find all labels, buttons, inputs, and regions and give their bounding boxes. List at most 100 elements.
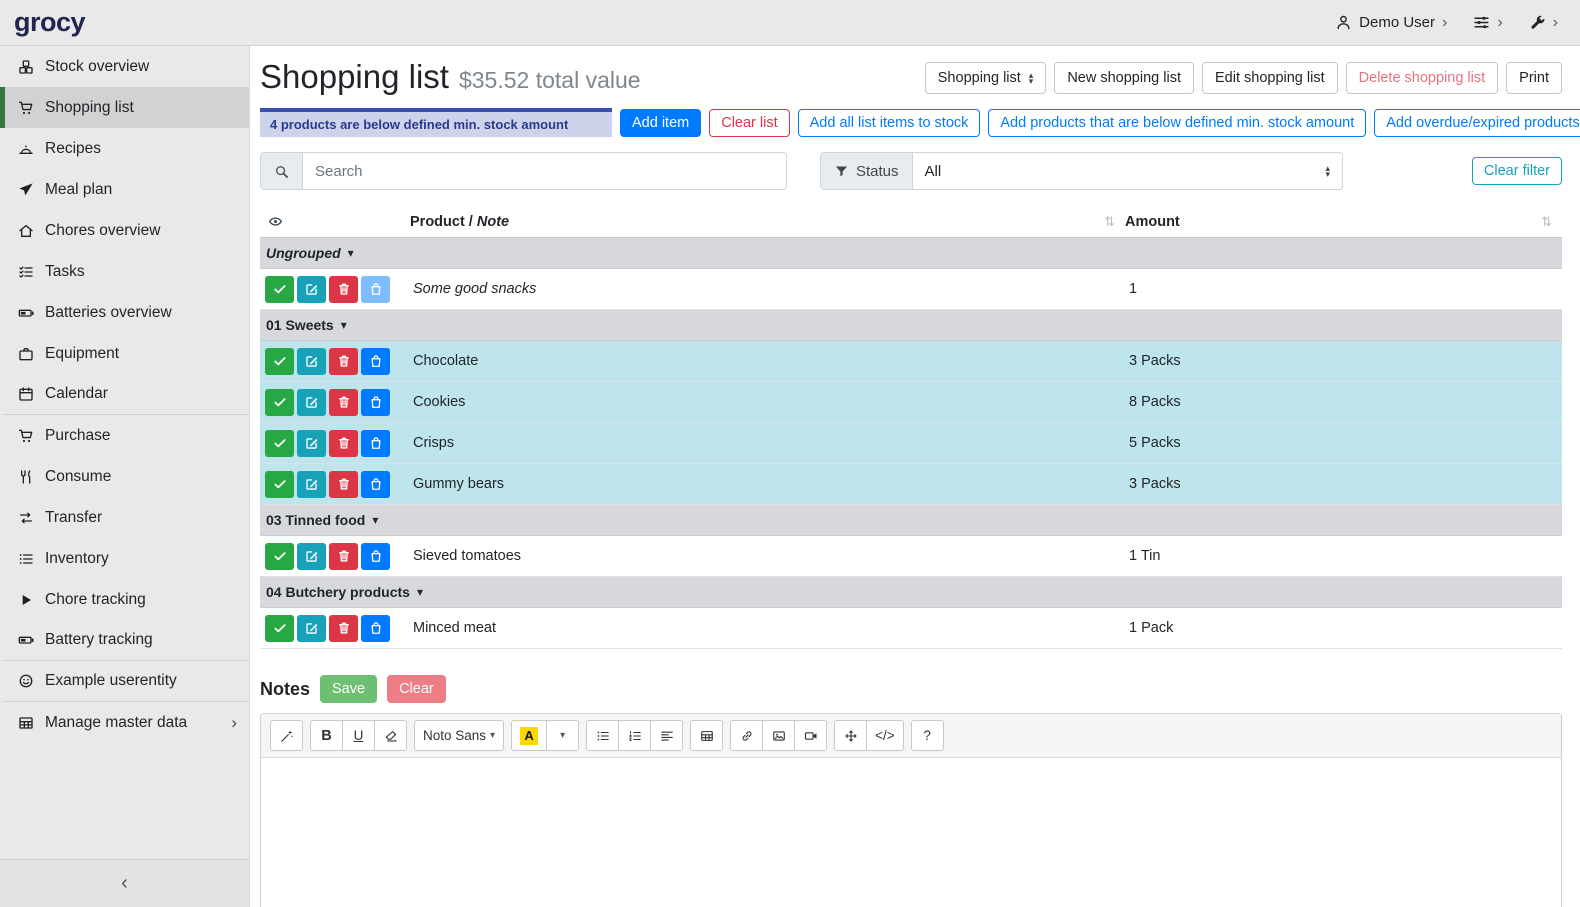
delete-item-button[interactable] xyxy=(329,430,358,457)
new-shopping-list-button[interactable]: New shopping list xyxy=(1054,62,1194,94)
delete-item-button[interactable] xyxy=(329,615,358,642)
group-header-tinned-food: 03 Tinned food ▾ xyxy=(260,505,1562,536)
ordered-list-button[interactable] xyxy=(618,720,651,751)
text-color-button[interactable]: A xyxy=(511,720,547,751)
sidebar-item-stock-overview[interactable]: Stock overview xyxy=(0,46,249,87)
delete-item-button[interactable] xyxy=(329,471,358,498)
mark-done-button[interactable] xyxy=(265,389,294,416)
add-below-min-button[interactable]: Add products that are below defined min.… xyxy=(988,109,1366,137)
caret-down-icon[interactable]: ▾ xyxy=(372,513,378,527)
underline-button[interactable]: U xyxy=(342,720,375,751)
bold-button[interactable]: B xyxy=(310,720,343,751)
magic-style-button[interactable] xyxy=(270,720,303,751)
shopping-list-select[interactable]: Shopping list ▴▾ xyxy=(925,62,1047,94)
edit-item-button[interactable] xyxy=(297,471,326,498)
magic-wand-icon xyxy=(280,729,294,743)
add-overdue-button[interactable]: Add overdue/expired products xyxy=(1374,109,1580,137)
sidebar-collapse-button[interactable]: ‹ xyxy=(0,859,249,907)
sort-icon[interactable]: ⇅ xyxy=(1541,214,1552,230)
fullscreen-button[interactable] xyxy=(834,720,867,751)
mark-done-button[interactable] xyxy=(265,471,294,498)
search-input[interactable] xyxy=(303,153,786,189)
edit-item-button[interactable] xyxy=(297,615,326,642)
unordered-list-button[interactable] xyxy=(586,720,619,751)
caret-down-icon: ▾ xyxy=(560,730,565,741)
text-color-dropdown-button[interactable]: ▾ xyxy=(546,720,579,751)
sidebar-item-purchase[interactable]: Purchase xyxy=(0,415,249,456)
delete-item-button[interactable] xyxy=(329,543,358,570)
sidebar-item-manage-master-data[interactable]: Manage master data› xyxy=(0,702,249,743)
sort-icon[interactable]: ⇅ xyxy=(1104,214,1115,230)
font-family-select[interactable]: Noto Sans▾ xyxy=(414,720,504,751)
sidebar-item-example-userentity[interactable]: Example userentity xyxy=(0,661,249,702)
user-menu[interactable]: Demo User › xyxy=(1335,14,1447,31)
clear-list-button[interactable]: Clear list xyxy=(709,109,789,137)
code-view-button[interactable]: </​> xyxy=(866,720,904,751)
sidebar-item-batteries-overview[interactable]: Batteries overview xyxy=(0,292,249,333)
caret-down-icon[interactable]: ▾ xyxy=(417,585,423,599)
add-to-stock-button[interactable] xyxy=(361,471,390,498)
notes-save-button[interactable]: Save xyxy=(320,675,377,703)
edit-item-button[interactable] xyxy=(297,389,326,416)
sidebar-item-tasks[interactable]: Tasks xyxy=(0,251,249,292)
sidebar-item-transfer[interactable]: Transfer xyxy=(0,497,249,538)
sidebar-item-chore-tracking[interactable]: Chore tracking xyxy=(0,579,249,620)
notes-text-area[interactable] xyxy=(261,758,1561,907)
sidebar-item-recipes[interactable]: Recipes xyxy=(0,128,249,169)
amount-column-header[interactable]: Amount ⇅ xyxy=(1125,214,1562,230)
add-to-stock-button[interactable] xyxy=(361,389,390,416)
caret-down-icon[interactable]: ▾ xyxy=(348,246,354,260)
clear-filter-button[interactable]: Clear filter xyxy=(1472,157,1562,185)
mark-done-button[interactable] xyxy=(265,615,294,642)
sidebar-item-consume[interactable]: Consume xyxy=(0,456,249,497)
edit-shopping-list-button[interactable]: Edit shopping list xyxy=(1202,62,1338,94)
insert-video-button[interactable] xyxy=(794,720,827,751)
notes-clear-button[interactable]: Clear xyxy=(387,675,446,703)
delete-item-button[interactable] xyxy=(329,276,358,303)
add-to-stock-button[interactable] xyxy=(361,430,390,457)
product-column-header[interactable]: Product / Note ⇅ xyxy=(410,214,1125,230)
clear-formatting-button[interactable] xyxy=(374,720,407,751)
table-icon xyxy=(15,715,36,731)
delete-item-button[interactable] xyxy=(329,389,358,416)
insert-image-button[interactable] xyxy=(762,720,795,751)
paragraph-align-button[interactable] xyxy=(650,720,683,751)
dish-icon xyxy=(15,141,36,157)
sidebar-item-calendar[interactable]: Calendar xyxy=(0,374,249,415)
add-item-button[interactable]: Add item xyxy=(620,109,701,137)
add-to-stock-button[interactable] xyxy=(361,348,390,375)
delete-item-button[interactable] xyxy=(329,348,358,375)
table-row: Gummy bears 3 Packs xyxy=(260,464,1562,505)
delete-shopping-list-button[interactable]: Delete shopping list xyxy=(1346,62,1499,94)
sidebar-item-battery-tracking[interactable]: Battery tracking xyxy=(0,620,249,661)
add-to-stock-button[interactable] xyxy=(361,276,390,303)
mark-done-button[interactable] xyxy=(265,543,294,570)
sidebar-item-meal-plan[interactable]: Meal plan xyxy=(0,169,249,210)
status-select[interactable]: All ▴▾ xyxy=(913,153,1342,189)
caret-down-icon[interactable]: ▾ xyxy=(341,318,347,332)
sidebar-item-shopping-list[interactable]: Shopping list xyxy=(0,87,249,128)
visibility-column-header[interactable] xyxy=(260,214,410,229)
battery-icon xyxy=(15,632,36,648)
mark-done-button[interactable] xyxy=(265,276,294,303)
insert-table-button[interactable] xyxy=(690,720,723,751)
mark-done-button[interactable] xyxy=(265,430,294,457)
sidebar-item-equipment[interactable]: Equipment xyxy=(0,333,249,374)
sidebar-item-inventory[interactable]: Inventory xyxy=(0,538,249,579)
admin-menu[interactable]: › xyxy=(1529,14,1558,31)
insert-link-button[interactable] xyxy=(730,720,763,751)
sidebar-item-chores-overview[interactable]: Chores overview xyxy=(0,210,249,251)
add-to-stock-button[interactable] xyxy=(361,615,390,642)
notes-editor: B U Noto Sans▾ A ▾ </​> xyxy=(260,713,1562,907)
mark-done-button[interactable] xyxy=(265,348,294,375)
add-to-stock-button[interactable] xyxy=(361,543,390,570)
help-button[interactable]: ? xyxy=(911,720,944,751)
edit-item-button[interactable] xyxy=(297,276,326,303)
edit-item-button[interactable] xyxy=(297,348,326,375)
edit-item-button[interactable] xyxy=(297,430,326,457)
settings-menu[interactable]: › xyxy=(1473,14,1502,31)
print-button[interactable]: Print xyxy=(1506,62,1562,94)
edit-item-button[interactable] xyxy=(297,543,326,570)
add-all-to-stock-button[interactable]: Add all list items to stock xyxy=(798,109,981,137)
below-min-stock-alert: 4 products are below defined min. stock … xyxy=(260,108,612,137)
